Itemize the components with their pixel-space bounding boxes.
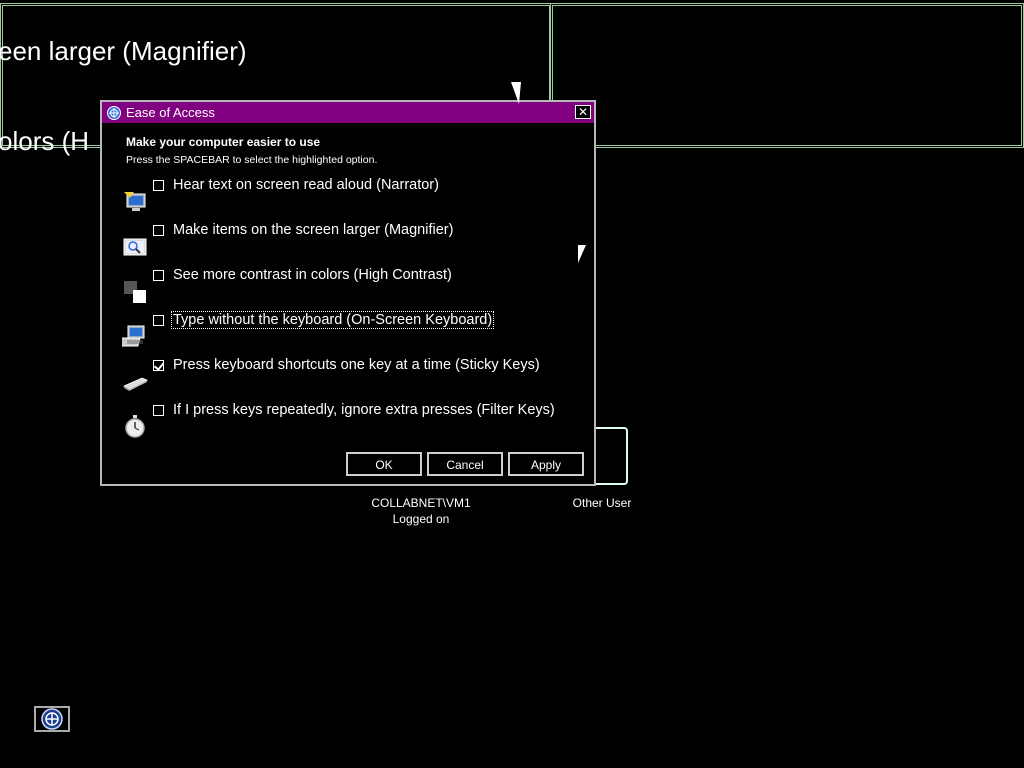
apply-button[interactable]: Apply — [508, 452, 584, 476]
dialog-heading: Make your computer easier to use — [126, 135, 321, 149]
other-user-name: Other User — [572, 496, 632, 510]
on-screen-keyboard-label[interactable]: Type without the keyboard (On-Screen Key… — [170, 311, 495, 329]
background-text-contrast: olors (H — [0, 126, 90, 156]
sticky-keys-label[interactable]: Press keyboard shortcuts one key at a ti… — [172, 357, 541, 373]
narrator-icon — [124, 192, 146, 211]
mouse-cursor-icon — [578, 245, 586, 263]
close-icon: ✕ — [577, 105, 589, 119]
other-user-label[interactable]: Other User — [560, 495, 644, 511]
option-filter-keys[interactable]: If I press keys repeatedly, ignore extra… — [122, 402, 582, 445]
magnifier-label[interactable]: Make items on the screen larger (Magnifi… — [172, 222, 454, 238]
high-contrast-label[interactable]: See more contrast in colors (High Contra… — [172, 267, 453, 283]
option-sticky-keys[interactable]: Press keyboard shortcuts one key at a ti… — [122, 357, 582, 400]
on-screen-keyboard-icon — [122, 325, 145, 347]
option-high-contrast[interactable]: See more contrast in colors (High Contra… — [122, 267, 582, 310]
ease-of-access-dialog: Ease of Access ✕ Make your computer easi… — [100, 100, 596, 486]
stopwatch-icon — [125, 415, 145, 438]
option-narrator[interactable]: Hear text on screen read aloud (Narrator… — [122, 177, 582, 220]
cancel-button[interactable]: Cancel — [427, 452, 503, 476]
background-text-magnifier: een larger (Magnifier) — [0, 36, 247, 66]
narrator-label[interactable]: Hear text on screen read aloud (Narrator… — [172, 177, 440, 193]
high-contrast-icon — [124, 281, 146, 303]
sticky-keys-icon — [123, 377, 148, 391]
user-name: COLLABNET\VM1 — [371, 496, 471, 510]
dialog-title: Ease of Access — [126, 105, 215, 120]
magnifier-checkbox[interactable] — [153, 225, 164, 236]
dialog-instruction: Press the SPACEBAR to select the highlig… — [126, 154, 378, 166]
user-status: Logged on — [392, 512, 450, 526]
ease-of-access-button[interactable] — [34, 706, 70, 732]
ok-button[interactable]: OK — [346, 452, 422, 476]
magnifier-icon — [123, 238, 147, 256]
filter-keys-checkbox[interactable] — [153, 405, 164, 416]
option-magnifier[interactable]: Make items on the screen larger (Magnifi… — [122, 222, 582, 265]
user-logged-on-label[interactable]: COLLABNET\VM1 Logged on — [360, 495, 482, 527]
ease-of-access-icon — [107, 105, 121, 120]
close-button[interactable]: ✕ — [575, 105, 591, 119]
dialog-titlebar[interactable]: Ease of Access ✕ — [102, 102, 594, 123]
filter-keys-label[interactable]: If I press keys repeatedly, ignore extra… — [172, 402, 556, 418]
background-tile-right — [550, 3, 1024, 148]
ease-of-access-icon — [41, 708, 63, 730]
option-on-screen-keyboard[interactable]: Type without the keyboard (On-Screen Key… — [122, 311, 582, 355]
on-screen-keyboard-checkbox[interactable] — [153, 315, 164, 326]
high-contrast-checkbox[interactable] — [153, 270, 164, 281]
other-user-tile[interactable] — [592, 427, 628, 485]
sticky-keys-checkbox[interactable] — [153, 360, 164, 371]
narrator-checkbox[interactable] — [153, 180, 164, 191]
